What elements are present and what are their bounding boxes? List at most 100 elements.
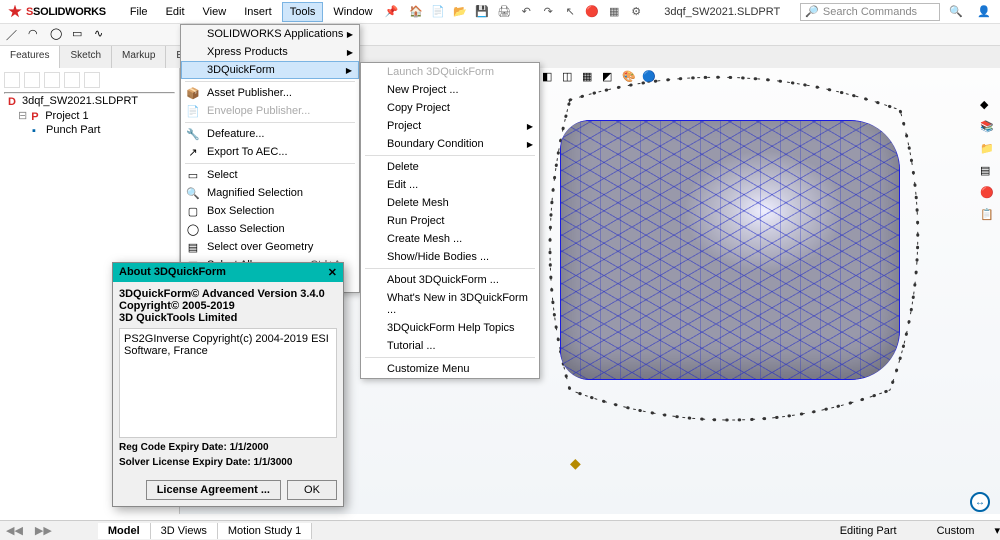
menu-view[interactable]: View [195, 2, 235, 22]
menu-insert[interactable]: Insert [236, 2, 280, 22]
submenu-item[interactable]: About 3DQuickForm ... [361, 271, 539, 289]
menu-item[interactable]: ▤Select over Geometry [181, 238, 359, 256]
search-icon: 🔎 [805, 5, 819, 18]
menu-edit[interactable]: Edit [158, 2, 193, 22]
submenu-item[interactable]: Delete Mesh [361, 194, 539, 212]
hide-icon[interactable] [64, 72, 80, 88]
status-bar: ◀◀ ▶▶ Model3D ViewsMotion Study 1 Editin… [0, 520, 1000, 540]
submenu-item[interactable]: Create Mesh ... [361, 230, 539, 248]
file-explorer-icon[interactable]: 📁 [980, 142, 996, 158]
dialog-close-icon[interactable]: ✕ [328, 266, 337, 279]
nav-prev-icon[interactable]: ◀◀ [0, 524, 29, 537]
bottom-tab-3d-views[interactable]: 3D Views [151, 523, 218, 539]
menu-item[interactable]: Xpress Products▶ [181, 43, 359, 61]
menu-item: 📄Envelope Publisher... [181, 102, 359, 120]
submenu-item[interactable]: Copy Project [361, 99, 539, 117]
menu-file[interactable]: File [122, 2, 156, 22]
rect-tool-icon[interactable]: ▭ [72, 27, 88, 43]
tab-markup[interactable]: Markup [112, 46, 166, 68]
submenu-item[interactable]: Edit ... [361, 176, 539, 194]
menu-tools[interactable]: Tools [282, 2, 324, 22]
submenu-item[interactable]: New Project ... [361, 81, 539, 99]
menu-item-icon: ◯ [185, 221, 201, 237]
submenu-item[interactable]: Customize Menu [361, 360, 539, 378]
new-doc-icon[interactable]: 📄 [430, 4, 446, 20]
submenu-item[interactable]: Project▶ [361, 117, 539, 135]
gear-icon[interactable]: ⚙ [628, 4, 644, 20]
submenu-item[interactable]: 3DQuickForm Help Topics [361, 319, 539, 337]
submenu-item[interactable]: Show/Hide Bodies ... [361, 248, 539, 266]
submenu-item[interactable]: Boundary Condition▶ [361, 135, 539, 153]
tab-sketch[interactable]: Sketch [60, 46, 112, 68]
undo-icon[interactable]: ↶ [518, 4, 534, 20]
about-company: 3D QuickTools Limited [119, 312, 337, 324]
line-tool-icon[interactable]: ／ [6, 27, 22, 43]
magnify-icon[interactable]: 🔍 [944, 2, 968, 22]
circle-tool-icon[interactable]: ◯ [50, 27, 66, 43]
tree-filter-icons [4, 72, 175, 88]
open-icon[interactable]: 📂 [452, 4, 468, 20]
submenu-item[interactable]: Tutorial ... [361, 337, 539, 355]
punch-part-model[interactable] [560, 120, 900, 380]
tools-menu-dropdown: SOLIDWORKS Applications▶Xpress Products▶… [180, 24, 360, 293]
menu-item[interactable]: 📦Asset Publisher... [181, 84, 359, 102]
save-icon[interactable]: 💾 [474, 4, 490, 20]
ok-button[interactable]: OK [287, 480, 337, 500]
user-icon[interactable]: 👤 [972, 2, 996, 22]
menu-window[interactable]: Window [325, 2, 380, 22]
origin-marker: ◆ [570, 455, 581, 472]
resources-icon[interactable]: ◆ [980, 98, 996, 114]
menu-item[interactable]: SOLIDWORKS Applications▶ [181, 25, 359, 43]
config-icon[interactable] [24, 72, 40, 88]
menu-item[interactable]: 3DQuickForm▶ [181, 61, 359, 79]
status-chevron-icon[interactable]: ▾ [994, 524, 1000, 537]
menu-item-icon: ▤ [185, 239, 201, 255]
appearances-tab-icon[interactable]: 🔴 [980, 186, 996, 202]
search-input[interactable]: 🔎 Search Commands [800, 3, 940, 21]
document-title: 3dqf_SW2021.SLDPRT [644, 6, 800, 18]
menu-item-icon: ▢ [185, 203, 201, 219]
design-lib-icon[interactable]: 📚 [980, 120, 996, 136]
license-agreement-button[interactable]: License Agreement ... [146, 480, 281, 500]
bottom-tab-motion-study-1[interactable]: Motion Study 1 [218, 523, 312, 539]
submenu-item[interactable]: Run Project [361, 212, 539, 230]
submenu-item: Launch 3DQuickForm [361, 63, 539, 81]
mesh-overlay [560, 120, 900, 380]
options-icon[interactable]: ▦ [606, 4, 622, 20]
submenu-item[interactable]: Delete [361, 158, 539, 176]
tab-features[interactable]: Features [0, 46, 60, 68]
tree-leaf[interactable]: ▪Punch Part [4, 123, 175, 137]
tree-project[interactable]: ⊟PProject 1 [4, 108, 175, 123]
dialog-titlebar[interactable]: About 3DQuickForm ✕ [113, 263, 343, 282]
menu-item-icon: 🔧 [185, 126, 201, 142]
arc-tool-icon[interactable]: ◠ [28, 27, 44, 43]
flyout-icon[interactable] [4, 72, 20, 88]
spline-tool-icon[interactable]: ∿ [94, 27, 110, 43]
rebuild-icon[interactable]: 🔴 [584, 4, 600, 20]
menu-item[interactable]: 🔧Defeature... [181, 125, 359, 143]
menu-item[interactable]: ↗Export To AEC... [181, 143, 359, 161]
bottom-tab-model[interactable]: Model [98, 523, 151, 539]
menu-item[interactable]: ▢Box Selection [181, 202, 359, 220]
view-palette-icon[interactable]: ▤ [980, 164, 996, 180]
home-icon[interactable]: 🏠 [408, 4, 424, 20]
task-pane-tabs: ◆ 📚 📁 ▤ 🔴 📋 [980, 98, 996, 224]
ribbon-toolbar: ／ ◠ ◯ ▭ ∿ [0, 24, 1000, 46]
filter-icon[interactable] [84, 72, 100, 88]
menu-item[interactable]: 🔍Magnified Selection [181, 184, 359, 202]
status-mode: Editing Part [820, 525, 917, 537]
menu-item[interactable]: ◯Lasso Selection [181, 220, 359, 238]
display-icon[interactable] [44, 72, 60, 88]
bottom-tabs: Model3D ViewsMotion Study 1 [98, 523, 312, 539]
teamviewer-icon[interactable]: ↔ [970, 492, 990, 512]
pin-icon[interactable]: 📌 [385, 5, 399, 18]
custom-props-icon[interactable]: 📋 [980, 208, 996, 224]
tree-root[interactable]: D3dqf_SW2021.SLDPRT [4, 94, 175, 108]
print-icon[interactable]: 🖨 [496, 4, 512, 20]
cursor-icon[interactable]: ↖ [562, 4, 578, 20]
about-version: 3DQuickForm© Advanced Version 3.4.0 [119, 288, 337, 300]
submenu-item[interactable]: What's New in 3DQuickForm ... [361, 289, 539, 319]
redo-icon[interactable]: ↷ [540, 4, 556, 20]
nav-next-icon[interactable]: ▶▶ [29, 524, 58, 537]
menu-item[interactable]: ▭Select [181, 166, 359, 184]
